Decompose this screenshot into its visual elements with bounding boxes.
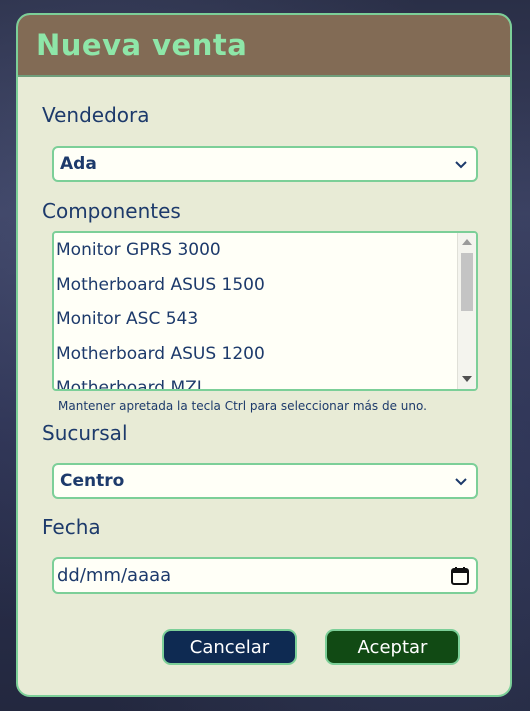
cancel-button[interactable]: Cancelar	[162, 629, 297, 665]
chevron-down-icon	[455, 161, 467, 169]
seller-label: Vendedora	[42, 103, 150, 127]
seller-selected-value: Ada	[60, 154, 97, 174]
new-sale-modal: Nueva venta Vendedora Ada Componentes Mo…	[16, 13, 512, 697]
list-item[interactable]: Motherboard MZI	[54, 371, 476, 389]
branch-label: Sucursal	[42, 421, 128, 445]
components-listbox[interactable]: Monitor GPRS 3000 Motherboard ASUS 1500 …	[52, 231, 478, 391]
scroll-up-arrow-icon[interactable]	[462, 239, 472, 245]
calendar-icon[interactable]	[450, 566, 470, 586]
modal-title: Nueva venta	[36, 28, 248, 62]
accept-button[interactable]: Aceptar	[325, 629, 460, 665]
date-input[interactable]: dd/mm/aaaa	[52, 557, 478, 594]
seller-select[interactable]: Ada	[52, 146, 478, 182]
modal-header: Nueva venta	[18, 15, 510, 77]
list-item[interactable]: Motherboard ASUS 1200	[54, 337, 476, 372]
date-placeholder: dd/mm/aaaa	[57, 565, 172, 586]
chevron-down-icon	[455, 478, 467, 486]
branch-select[interactable]: Centro	[52, 463, 478, 499]
date-label: Fecha	[42, 515, 101, 539]
list-item[interactable]: Monitor ASC 543	[54, 302, 476, 337]
scroll-down-arrow-icon[interactable]	[462, 376, 472, 382]
multi-select-hint: Mantener apretada la tecla Ctrl para sel…	[58, 399, 427, 413]
components-label: Componentes	[42, 199, 181, 223]
scroll-thumb[interactable]	[461, 253, 473, 311]
listbox-scrollbar[interactable]	[457, 233, 476, 389]
list-item[interactable]: Monitor GPRS 3000	[54, 233, 476, 268]
list-item[interactable]: Motherboard ASUS 1500	[54, 268, 476, 303]
branch-selected-value: Centro	[60, 471, 125, 491]
